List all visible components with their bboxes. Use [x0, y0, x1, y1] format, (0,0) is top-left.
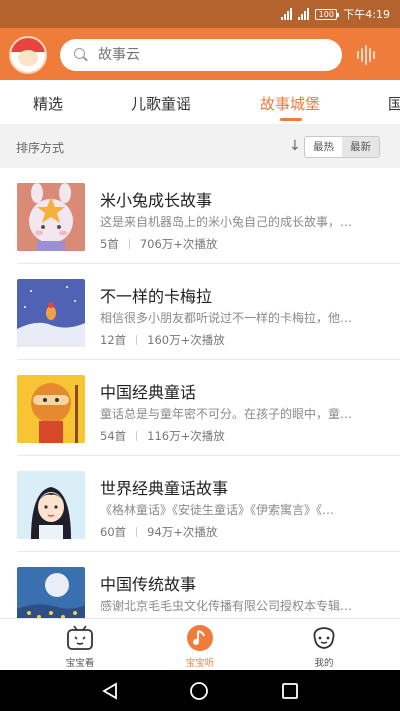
play-count: 94万+次播放: [147, 525, 218, 539]
album-desc: 相信很多小朋友都听说过不一样的卡梅拉，他…: [100, 311, 353, 325]
album-cover: [17, 375, 85, 443]
track-count: 5首: [100, 237, 119, 251]
album-cover: [17, 471, 85, 539]
play-count: 706万+次播放: [139, 237, 218, 251]
list-item[interactable]: 中国经典童话 童话总是与童年密不可分。在孩子的眼中，童… 54首 116万+次播…: [0, 360, 400, 456]
album-meta: 60首 94万+次播放: [100, 524, 217, 540]
album-desc: 这是来自机器岛上的米小兔自己的成长故事，…: [100, 215, 353, 229]
tab-featured[interactable]: 精选: [33, 93, 63, 114]
album-desc: 《格林童话》《安徒生童话》《伊索寓言》《…: [100, 503, 335, 517]
nav-listen[interactable]: 宝宝听: [160, 623, 240, 669]
sort-toggle: 最热 最新: [304, 136, 380, 158]
album-meta: 12首 160万+次播放: [100, 332, 225, 348]
search-bar[interactable]: [60, 39, 342, 71]
app-header: [0, 28, 400, 80]
album-title: 世界经典童话故事: [100, 479, 229, 498]
list-item[interactable]: 不一样的卡梅拉 相信很多小朋友都听说过不一样的卡梅拉，他… 12首 160万+次…: [0, 264, 400, 360]
tab-nursery-rhymes[interactable]: 儿歌童谣: [131, 93, 191, 114]
home-icon[interactable]: [189, 681, 209, 701]
album-cover: [17, 279, 85, 347]
list-item[interactable]: 中国传统故事 感谢北京毛毛虫文化传播有限公司授权本专辑…: [0, 552, 400, 618]
status-time: 下午4:19: [343, 8, 390, 21]
sort-new-button[interactable]: 最新: [342, 137, 379, 157]
nav-watch[interactable]: 宝宝看: [40, 623, 120, 669]
album-desc: 童话总是与童年密不可分。在孩子的眼中，童…: [100, 407, 353, 421]
track-count: 60首: [100, 525, 127, 539]
nav-watch-label: 宝宝看: [65, 658, 95, 669]
track-count: 12首: [100, 333, 127, 347]
search-icon: [74, 48, 88, 62]
tv-icon: [67, 625, 93, 650]
signal-icon-2: [298, 8, 310, 20]
music-note-icon: [187, 625, 213, 651]
bottom-nav: 宝宝看 宝宝听 我的: [0, 618, 400, 670]
list-item[interactable]: 世界经典童话故事 《格林童话》《安徒生童话》《伊索寓言》《… 60首 94万+次…: [0, 456, 400, 552]
sort-bar: 排序方式 ↓ 最热 最新: [0, 124, 400, 168]
system-nav-bar: [0, 670, 400, 711]
tab-story-castle[interactable]: 故事城堡: [260, 93, 320, 114]
album-title: 不一样的卡梅拉: [100, 287, 213, 306]
sort-arrow-icon: ↓: [289, 138, 301, 154]
album-meta: 54首 116万+次播放: [100, 428, 225, 444]
play-count: 116万+次播放: [147, 429, 225, 443]
play-count: 160万+次播放: [147, 333, 225, 347]
active-tab-indicator: [280, 118, 302, 121]
sort-hot-button[interactable]: 最热: [305, 137, 342, 157]
album-cover: [17, 567, 85, 618]
nav-mine-label: 我的: [314, 658, 334, 669]
battery-icon: 100: [315, 8, 340, 20]
category-tabs: 精选 儿歌童谣 故事城堡 国: [0, 80, 400, 124]
album-title: 中国传统故事: [100, 575, 197, 594]
search-input[interactable]: [98, 47, 318, 63]
track-count: 54首: [100, 429, 127, 443]
signal-icon: [281, 8, 293, 20]
album-list: 米小兔成长故事 这是来自机器岛上的米小兔自己的成长故事，… 5首 706万+次播…: [0, 168, 400, 618]
album-title: 中国经典童话: [100, 383, 197, 402]
recents-icon[interactable]: [280, 681, 300, 701]
list-item[interactable]: 米小兔成长故事 这是来自机器岛上的米小兔自己的成长故事，… 5首 706万+次播…: [0, 168, 400, 264]
nav-listen-label: 宝宝听: [185, 658, 215, 669]
back-icon[interactable]: [100, 681, 120, 701]
nav-mine[interactable]: 我的: [284, 623, 364, 669]
album-cover: [17, 183, 85, 251]
app-logo[interactable]: [9, 36, 47, 74]
status-bar: 100 下午4:19: [0, 0, 400, 28]
tab-more[interactable]: 国: [388, 93, 400, 114]
voice-wave-icon[interactable]: [357, 44, 379, 66]
album-title: 米小兔成长故事: [100, 191, 213, 210]
face-icon: [313, 627, 335, 649]
album-desc: 感谢北京毛毛虫文化传播有限公司授权本专辑…: [100, 599, 353, 613]
album-meta: 5首 706万+次播放: [100, 236, 217, 252]
sort-label: 排序方式: [16, 141, 65, 155]
